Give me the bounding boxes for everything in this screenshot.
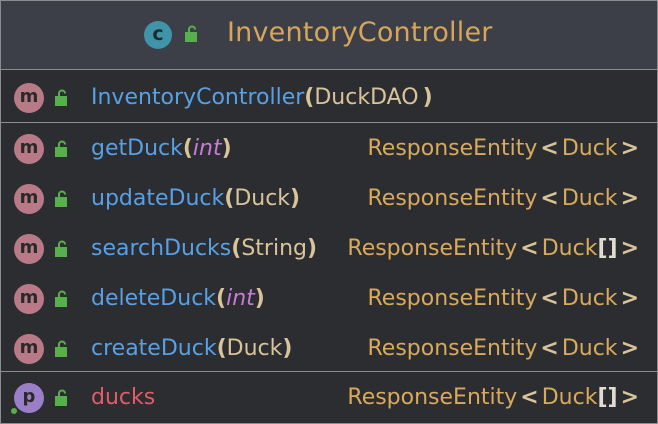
return-type-group: ResponseEntity < Duck > [368, 135, 640, 163]
generic-type: Duck [561, 286, 618, 311]
method-row-updateDuck[interactable]: m updateDuck(Duck) ResponseEntity < Duck > [1, 177, 657, 221]
param-type: int [192, 136, 222, 161]
method-name: deleteDuck [91, 286, 217, 311]
close-paren: ) [290, 186, 301, 211]
angle-open: < [540, 336, 559, 361]
generic-type: Duck [561, 136, 618, 161]
open-paren: ( [224, 186, 235, 211]
open-paren: ( [216, 336, 227, 361]
generic-type: Duck [561, 336, 618, 361]
method-name: getDuck [91, 136, 183, 161]
param-type: String [241, 236, 307, 261]
uml-class-node[interactable]: c InventoryController m InventoryControl… [0, 0, 658, 424]
open-paren: ( [216, 286, 227, 311]
angle-close: > [620, 286, 639, 311]
angle-close: > [620, 336, 639, 361]
angle-close: > [620, 385, 639, 410]
open-paren: ( [231, 236, 242, 261]
return-type-group: ResponseEntity < Duck > [368, 335, 640, 363]
close-paren: ) [422, 85, 433, 110]
field-row[interactable]: p ducks ResponseEntity < Duck[] > [1, 376, 657, 420]
angle-open: < [540, 186, 559, 211]
unlocked-icon [55, 290, 67, 307]
return-type-group: ResponseEntity < Duck > [368, 185, 640, 213]
method-icon: m [14, 83, 44, 113]
method-name: searchDucks [91, 236, 232, 261]
method-icon: m [14, 234, 44, 264]
return-type-group: ResponseEntity < Duck > [368, 285, 640, 313]
method-icon: m [14, 334, 44, 364]
param-type: Duck [234, 186, 291, 211]
constructor-signature: InventoryController(DuckDAO) [91, 84, 433, 112]
angle-open: < [520, 236, 539, 261]
array-brackets: [] [597, 385, 618, 410]
angle-open: < [520, 385, 539, 410]
return-type: ResponseEntity [367, 186, 538, 211]
return-type: ResponseEntity [347, 385, 518, 410]
method-row-deleteDuck[interactable]: m deleteDuck(int) ResponseEntity < Duck > [1, 277, 657, 321]
angle-open: < [540, 136, 559, 161]
param-type: DuckDAO [314, 85, 419, 110]
unlocked-icon [55, 89, 67, 106]
array-brackets: [] [597, 236, 618, 261]
unlocked-icon [55, 140, 67, 157]
method-name: createDuck [91, 336, 217, 361]
class-header[interactable]: c InventoryController [1, 1, 657, 70]
unlocked-icon [185, 25, 197, 42]
field-signature: ducks [91, 384, 155, 412]
constructor-row[interactable]: m InventoryController(DuckDAO) [1, 76, 657, 120]
angle-close: > [620, 186, 639, 211]
section-divider [1, 122, 657, 123]
method-row-createDuck[interactable]: m createDuck(Duck) ResponseEntity < Duck > [1, 327, 657, 371]
unlocked-icon [55, 389, 67, 406]
static-dot-icon [11, 408, 17, 414]
property-icon: p [14, 383, 44, 413]
method-row-searchDucks[interactable]: m searchDucks(String) ResponseEntity < Duck[… [1, 227, 657, 271]
method-icon: m [14, 134, 44, 164]
field-name: ducks [91, 385, 156, 410]
close-paren: ) [306, 236, 318, 261]
unlocked-icon [55, 190, 67, 207]
angle-close: > [620, 236, 639, 261]
generic-type: Duck [561, 186, 618, 211]
return-type: ResponseEntity [367, 286, 538, 311]
return-type: ResponseEntity [347, 236, 518, 261]
close-paren: ) [221, 136, 232, 161]
open-paren: ( [304, 85, 315, 110]
generic-type: Duck [541, 385, 598, 410]
method-signature: searchDucks(String) [91, 235, 317, 263]
return-type: ResponseEntity [367, 136, 538, 161]
method-icon: m [14, 284, 44, 314]
class-icon: c [144, 21, 172, 49]
open-paren: ( [182, 136, 193, 161]
close-paren: ) [282, 336, 293, 361]
method-signature: getDuck(int) [91, 135, 232, 163]
method-row-getDuck[interactable]: m getDuck(int) ResponseEntity < Duck > [1, 127, 657, 171]
angle-close: > [620, 136, 639, 161]
angle-open: < [540, 286, 559, 311]
field-type: ResponseEntity < Duck[] > [347, 384, 639, 412]
method-icon: m [14, 184, 44, 214]
method-signature: updateDuck(Duck) [91, 185, 300, 213]
class-title: InventoryController [227, 17, 493, 48]
method-signature: deleteDuck(int) [91, 285, 265, 313]
close-paren: ) [254, 286, 265, 311]
generic-type: Duck [541, 236, 598, 261]
section-divider [1, 371, 657, 372]
unlocked-icon [55, 240, 67, 257]
param-type: int [226, 286, 255, 311]
return-type: ResponseEntity [367, 336, 538, 361]
unlocked-icon [55, 340, 67, 357]
param-type: Duck [226, 336, 283, 361]
return-type-group: ResponseEntity < Duck[] > [347, 235, 639, 263]
method-signature: createDuck(Duck) [91, 335, 292, 363]
method-name: updateDuck [91, 186, 225, 211]
constructor-name: InventoryController [91, 85, 305, 110]
